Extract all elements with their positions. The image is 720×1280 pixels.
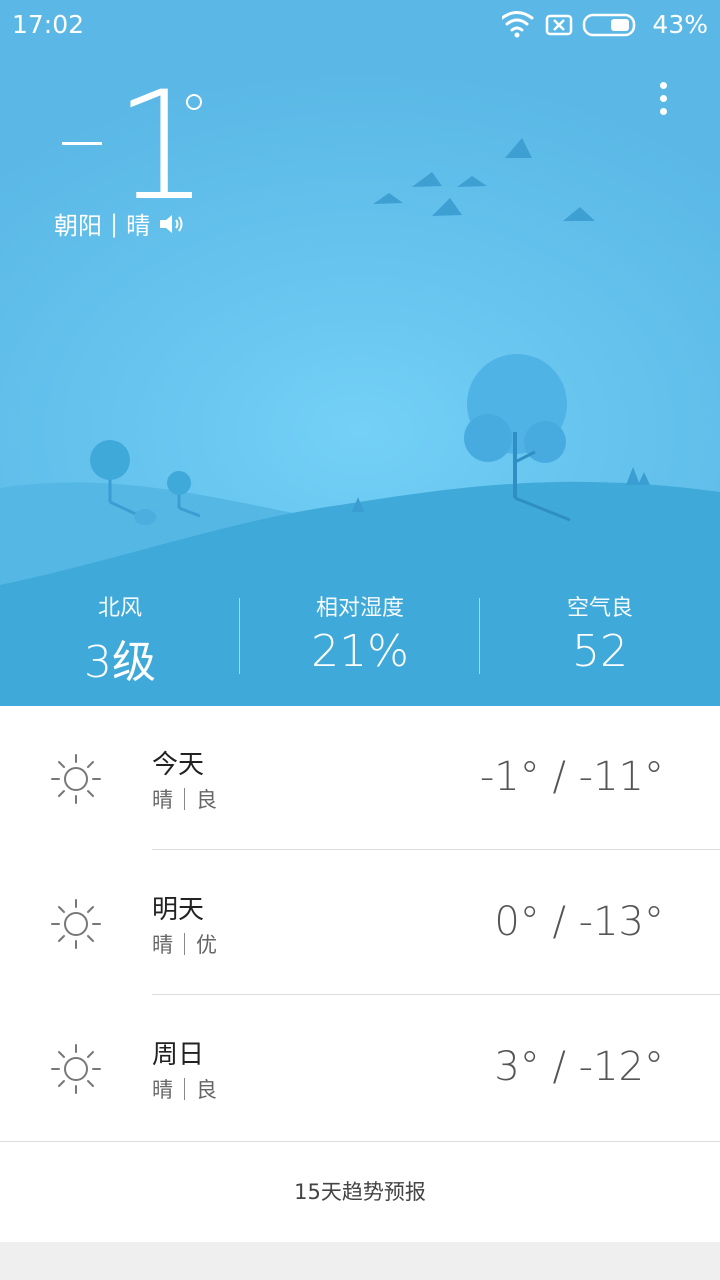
air-quality-label: 空气良: [566, 596, 633, 621]
row-divider: [152, 994, 720, 995]
humidity-stat: 相对湿度 21%: [240, 580, 480, 677]
forecast-weather: 晴: [152, 1078, 173, 1102]
weather-stats: 北风 3级 相对湿度 21% 空气良 52: [0, 580, 720, 706]
more-options-button[interactable]: [652, 82, 674, 122]
forecast-weather: 晴: [152, 788, 173, 812]
battery-percent: 43%: [652, 10, 708, 39]
desc-separator: [184, 933, 185, 955]
degree-icon: [186, 94, 202, 110]
location-name: 朝阳: [54, 212, 102, 240]
wifi-sim-battery-icons: [500, 11, 636, 38]
birds-decoration: [373, 138, 595, 221]
forecast-air: 良: [196, 788, 217, 812]
forecast-row-today[interactable]: 今天 晴 良 -1° / -11°: [0, 706, 720, 850]
temperature-minus-sign: [62, 142, 102, 145]
speaker-icon[interactable]: [158, 211, 188, 237]
forecast-temp-range: -1° / -11°: [479, 754, 664, 800]
forecast-weather: 晴: [152, 933, 173, 957]
air-quality-stat[interactable]: 空气良 52: [480, 580, 720, 677]
forecast-day: 明天: [152, 895, 205, 925]
status-time: 17:02: [12, 10, 85, 39]
status-icons: [500, 8, 642, 46]
location-condition[interactable]: 朝阳 | 晴: [54, 206, 188, 241]
sun-icon: [51, 899, 101, 949]
row-divider: [152, 849, 720, 850]
desc-separator: [184, 788, 185, 810]
status-bar: 17:02 43%: [0, 0, 720, 50]
sun-icon: [51, 754, 101, 804]
wifi-icon: [500, 11, 534, 32]
air-quality-value: 52: [572, 626, 628, 677]
forecast-temp-range: 3° / -12°: [494, 1044, 664, 1090]
no-sim-icon: [545, 14, 573, 36]
forecast-day: 今天: [152, 750, 205, 780]
battery-icon: [582, 13, 636, 37]
forecast-day: 周日: [152, 1040, 205, 1070]
wind-label: 北风: [97, 596, 142, 621]
humidity-label: 相对湿度: [315, 596, 404, 621]
forecast-row-sunday[interactable]: 周日 晴 良 3° / -12°: [0, 996, 720, 1140]
humidity-value: 21%: [311, 626, 409, 677]
wind-value: 3级: [84, 637, 156, 688]
15-day-forecast-button[interactable]: 15天趋势预报: [0, 1141, 720, 1242]
forecast-air: 良: [196, 1078, 217, 1102]
desc-separator: [184, 1078, 185, 1100]
forecast-desc: 晴 优: [152, 929, 217, 959]
current-condition: 晴: [126, 212, 151, 240]
forecast-desc: 晴 良: [152, 1074, 217, 1104]
weather-hero: 17:02 43% 1 朝阳 | 晴 北风 3级 相对湿度 21% 空气良 52: [0, 0, 720, 706]
sun-icon: [51, 1044, 101, 1094]
location-separator: |: [110, 209, 119, 238]
forecast-row-tomorrow[interactable]: 明天 晴 优 0° / -13°: [0, 851, 720, 995]
forecast-desc: 晴 良: [152, 784, 217, 814]
wind-stat: 北风 3级: [0, 580, 240, 690]
forecast-air: 优: [196, 933, 217, 957]
forecast-temp-range: 0° / -13°: [494, 899, 664, 945]
